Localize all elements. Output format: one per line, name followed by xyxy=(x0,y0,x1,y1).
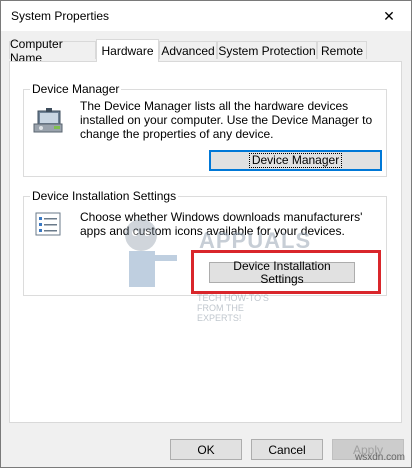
title-bar: System Properties ✕ xyxy=(1,1,411,31)
checklist-icon xyxy=(34,211,64,239)
device-manager-group: Device Manager The Device Manager lists … xyxy=(23,82,387,177)
tab-advanced[interactable]: Advanced xyxy=(159,41,217,59)
tab-label: Hardware xyxy=(101,44,154,58)
tab-label: Advanced xyxy=(161,43,215,58)
cancel-button[interactable]: Cancel xyxy=(251,439,323,460)
tab-computer-name[interactable]: Computer Name xyxy=(9,37,96,65)
ok-button[interactable]: OK xyxy=(170,439,242,460)
tab-hardware[interactable]: Hardware xyxy=(96,39,159,62)
button-label: OK xyxy=(197,442,215,457)
close-button[interactable]: ✕ xyxy=(367,1,411,31)
tab-system-protection[interactable]: System Protection xyxy=(217,41,317,59)
device-manager-button[interactable]: Device Manager xyxy=(209,150,382,171)
group-title: Device Manager xyxy=(30,82,122,96)
device-manager-description: The Device Manager lists all the hardwar… xyxy=(80,99,373,141)
close-icon: ✕ xyxy=(383,7,395,24)
button-label: Device Manager xyxy=(248,153,343,168)
tab-label: Remote xyxy=(320,43,364,58)
site-watermark: wsxdn.com xyxy=(354,452,405,463)
button-label: Cancel xyxy=(268,442,306,457)
system-properties-window: System Properties ✕ Computer Name Hardwa… xyxy=(0,0,412,468)
tab-remote[interactable]: Remote xyxy=(317,41,367,59)
group-title: Device Installation Settings xyxy=(30,189,179,203)
device-manager-icon xyxy=(32,102,68,138)
window-title: System Properties xyxy=(11,9,110,23)
watermark-tagline: TECH HOW-TO'S FROM THE EXPERTS! xyxy=(197,293,269,323)
tab-label: System Protection xyxy=(218,43,316,58)
highlight-annotation xyxy=(191,250,381,294)
